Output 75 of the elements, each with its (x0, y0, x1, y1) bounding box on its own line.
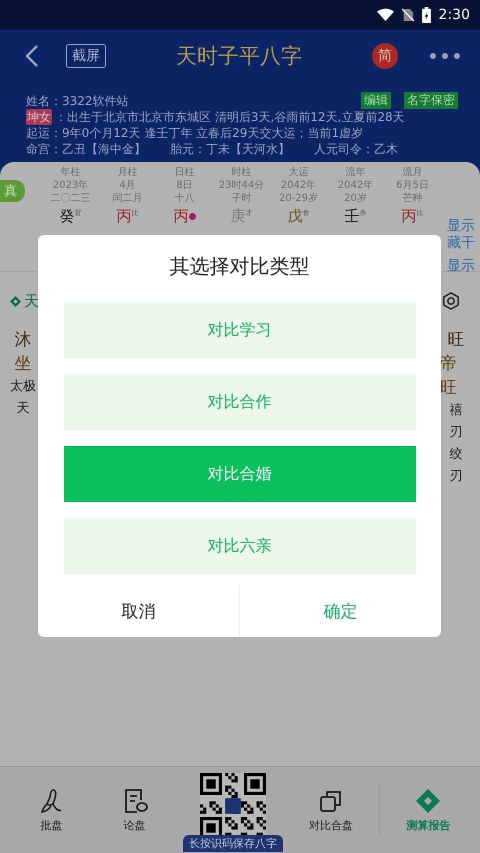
heavenly-stem: 丙 (116, 208, 132, 225)
name-line: 姓名：3322软件站 (26, 92, 129, 108)
no-sim-icon (402, 8, 414, 22)
pillar-title: 大运 (288, 166, 308, 179)
show-hidden-stems-link[interactable]: 显示藏干 (447, 218, 475, 252)
shensha-text: 帝旺 (440, 353, 458, 400)
pillar-date: 十八 (174, 192, 194, 205)
heavenly-stem: 戊 (288, 208, 302, 225)
nav-item[interactable]: 测算报告 (393, 788, 464, 832)
pillar-date: 二〇二三 (50, 192, 90, 205)
pillar-title: 日柱 (174, 166, 194, 179)
true-solar-tag[interactable]: 真 (0, 180, 25, 202)
cancel-button[interactable]: 取消 (38, 586, 240, 637)
shensha-text: 刃 (450, 424, 462, 442)
shensha-text: 沐 (14, 329, 32, 352)
nav-item[interactable]: 论盘 (100, 788, 170, 832)
nav-item[interactable]: 对比合盘 (296, 788, 366, 832)
qr-caption: 长按识码保存八字 (182, 834, 283, 852)
pillar-date: 6月5日 (396, 179, 429, 192)
dialog-title: 其选择对比类型 (170, 253, 310, 280)
nav-item[interactable]: 批盘 (16, 788, 87, 832)
heavenly-stem: 丙 (174, 208, 188, 225)
diamond-icon (415, 788, 442, 814)
option-button[interactable]: 对比学习 (64, 302, 416, 358)
screenshot-button[interactable]: 截屏 (66, 44, 106, 68)
section-title: 天 (24, 292, 39, 310)
hexagon-icon[interactable] (442, 292, 460, 310)
battery-icon (422, 7, 431, 23)
shensha-text: 绞 (450, 446, 462, 464)
language-badge[interactable]: 简 (372, 43, 398, 69)
luck-line: 起运：9年0个月12天 逢壬丁年 立春后29天交大运；当前1虚岁 (26, 125, 364, 141)
pillar-title: 月柱 (118, 166, 138, 179)
confirm-button[interactable]: 确定 (240, 586, 441, 637)
pillar-date: 2023年 (52, 179, 88, 192)
pillar-date: 23时44分 (218, 179, 264, 192)
heavenly-stem: 丙 (402, 208, 416, 225)
pillar-title: 流月 (402, 166, 422, 179)
option-button[interactable]: 对比合作 (64, 374, 416, 430)
hide-name-button[interactable]: 名字保密 (404, 92, 458, 109)
pillar-title: 年柱 (60, 166, 80, 179)
pillar-date: 2042年 (338, 179, 374, 192)
pillar-date: 闰二月 (112, 192, 142, 205)
heavenly-stem: 壬 (344, 208, 360, 225)
pillar-date: 4月 (119, 179, 136, 192)
pillar-date: 2042年 (280, 179, 316, 192)
birth-line: ：出生于北京市北京市东城区 清明后3天,谷雨前12天,立夏前28天 (55, 109, 405, 125)
pillar-date: 20岁 (344, 192, 367, 205)
clock: 2:30 (438, 7, 470, 23)
heavenly-stem: 癸 (60, 208, 74, 225)
app-title: 天时子平八字 (175, 43, 303, 70)
edit-button[interactable]: 编辑 (361, 92, 391, 109)
pillar-date: 子时 (232, 192, 252, 205)
show-link[interactable]: 显示 (447, 258, 475, 275)
wifi-icon (376, 8, 394, 22)
shensha-text: 坐 (14, 353, 32, 376)
pillar-date: 8日 (176, 179, 193, 192)
shensha-text: 天 (16, 400, 30, 418)
diamond-icon (10, 296, 21, 306)
shensha-text: 旺 (448, 329, 464, 352)
pillar-date: 芒种 (402, 192, 422, 205)
palace-item: 人元司令：乙木 (314, 141, 398, 157)
pillar-title: 时柱 (232, 166, 252, 179)
palace-item: 胎元：丁未【天河水】 (170, 141, 290, 157)
option-button[interactable]: 对比合婚 (64, 446, 416, 502)
shensha-text: 刃 (450, 468, 462, 486)
shensha-text: 禧 (450, 402, 462, 420)
shensha-text: 太极 (10, 378, 36, 396)
more-icon[interactable] (430, 53, 460, 59)
heavenly-stem: 庚 (230, 208, 246, 225)
back-icon[interactable] (26, 45, 38, 67)
option-button[interactable]: 对比六亲 (64, 518, 416, 574)
pillar-date: 20-29岁 (278, 192, 318, 205)
gender-tag: 坤女 (26, 109, 52, 125)
pillar-title: 流年 (346, 166, 366, 179)
palace-item: 命宫：乙丑【海中金】 (26, 141, 146, 157)
